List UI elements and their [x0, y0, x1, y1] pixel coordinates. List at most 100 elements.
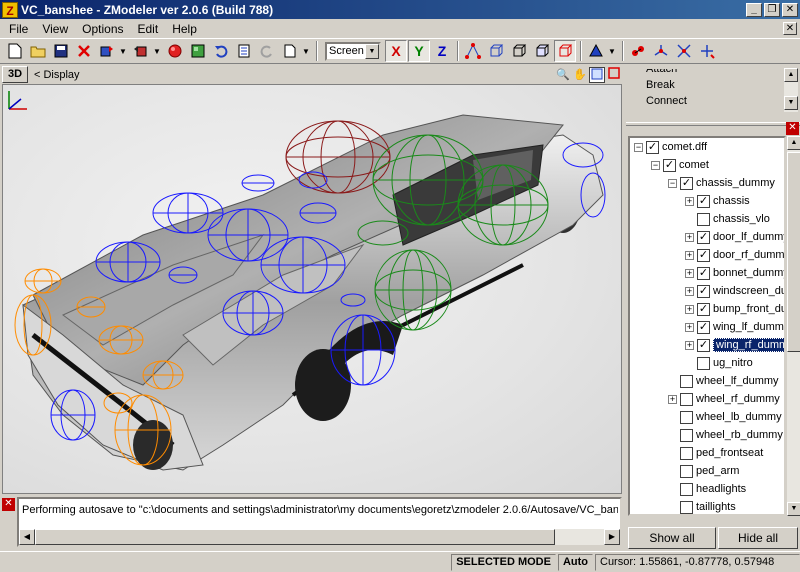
- app-icon[interactable]: Z: [2, 1, 18, 18]
- expand-icon[interactable]: +: [685, 232, 694, 242]
- visibility-checkbox[interactable]: ✓: [663, 158, 676, 172]
- select-box-icon[interactable]: [531, 40, 553, 62]
- hide-all-button[interactable]: Hide all: [718, 527, 798, 549]
- delete-icon[interactable]: [73, 40, 95, 62]
- maximize-viewport-icon[interactable]: [606, 66, 622, 83]
- select-face-icon[interactable]: [485, 40, 507, 62]
- scroll-up-icon[interactable]: ▲: [784, 68, 798, 82]
- command-list[interactable]: Attach Break Connect: [626, 69, 798, 117]
- visibility-checkbox[interactable]: [680, 464, 693, 478]
- expand-icon[interactable]: +: [668, 394, 677, 404]
- log-output[interactable]: Performing autosave to "c:\documents and…: [17, 497, 622, 547]
- panel-splitter[interactable]: [626, 122, 800, 126]
- render-sphere-icon[interactable]: [164, 40, 186, 62]
- transform-icon[interactable]: [696, 40, 718, 62]
- zoom-icon[interactable]: 🔍: [555, 67, 571, 83]
- tree-scroll-thumb[interactable]: [787, 152, 800, 352]
- scroll-left-icon[interactable]: ◀: [19, 529, 35, 545]
- tree-item[interactable]: wheel_lb_dummy: [630, 408, 784, 426]
- axis-x-button[interactable]: X: [385, 40, 407, 62]
- expand-icon[interactable]: +: [685, 250, 694, 260]
- visibility-checkbox[interactable]: [697, 356, 710, 370]
- scroll-down-icon[interactable]: ▼: [787, 502, 800, 516]
- 3d-viewport[interactable]: [2, 84, 622, 494]
- collapse-icon[interactable]: −: [634, 142, 643, 152]
- link-icon[interactable]: [627, 40, 649, 62]
- menu-edit[interactable]: Edit: [131, 22, 166, 36]
- tree-item[interactable]: + ✓ wing_rf_dummy: [630, 336, 784, 354]
- title-bar[interactable]: Z VC_banshee - ZModeler ver 2.0.6 (Build…: [0, 0, 800, 19]
- visibility-checkbox[interactable]: [680, 374, 693, 388]
- visibility-checkbox[interactable]: [680, 392, 693, 406]
- coordinate-space-combo[interactable]: Screen ▼: [325, 41, 381, 61]
- visibility-checkbox[interactable]: [680, 428, 693, 442]
- tree-item[interactable]: + wheel_rf_dummy: [630, 390, 784, 408]
- tree-item[interactable]: ped_frontseat: [630, 444, 784, 462]
- hierarchy-tree[interactable]: − ✓ comet.dff − ✓ comet − ✓ chassis_dummy + ✓ chass…: [628, 136, 786, 516]
- save-icon[interactable]: [50, 40, 72, 62]
- import-icon[interactable]: [96, 40, 118, 62]
- export-icon[interactable]: [130, 40, 152, 62]
- expand-icon[interactable]: +: [685, 268, 694, 278]
- visibility-checkbox[interactable]: ✓: [697, 338, 710, 352]
- chevron-down-icon[interactable]: ▼: [365, 43, 379, 59]
- expand-icon[interactable]: +: [685, 304, 694, 314]
- tree-item[interactable]: +✓bump_front_dummy: [630, 300, 784, 318]
- new-file-icon[interactable]: [4, 40, 26, 62]
- blank-page-icon[interactable]: [279, 40, 301, 62]
- export-dropdown-icon[interactable]: ▼: [153, 47, 161, 56]
- command-connect[interactable]: Connect: [626, 93, 798, 109]
- tree-item[interactable]: − ✓ comet.dff: [630, 138, 784, 156]
- pan-hand-icon[interactable]: ✋: [572, 67, 588, 83]
- scroll-down-icon[interactable]: ▼: [784, 96, 798, 110]
- tree-item[interactable]: headlights: [630, 480, 784, 498]
- visibility-checkbox[interactable]: ✓: [697, 194, 710, 208]
- axes-icon[interactable]: [650, 40, 672, 62]
- scroll-right-icon[interactable]: ▶: [604, 529, 620, 545]
- menu-options[interactable]: Options: [75, 22, 130, 36]
- visibility-checkbox[interactable]: [680, 500, 693, 514]
- collapse-icon[interactable]: −: [668, 178, 677, 188]
- tree-item[interactable]: ped_arm: [630, 462, 784, 480]
- minimize-button[interactable]: _: [746, 2, 762, 17]
- tree-item[interactable]: + ✓ chassis: [630, 192, 784, 210]
- pivot-icon[interactable]: [673, 40, 695, 62]
- select-all-cube-icon[interactable]: [554, 40, 576, 62]
- menu-view[interactable]: View: [35, 22, 75, 36]
- restore-button[interactable]: ❐: [764, 2, 780, 17]
- cone-icon[interactable]: [585, 40, 607, 62]
- visibility-checkbox[interactable]: [680, 446, 693, 460]
- tree-item[interactable]: wheel_lf_dummy: [630, 372, 784, 390]
- tree-item[interactable]: ug_nitro: [630, 354, 784, 372]
- visibility-checkbox[interactable]: ✓: [646, 140, 659, 154]
- tree-item[interactable]: +✓windscreen_dummy: [630, 282, 784, 300]
- show-all-button[interactable]: Show all: [628, 527, 716, 549]
- viewport-breadcrumb[interactable]: < Display: [34, 69, 555, 81]
- tree-scrollbar[interactable]: ▲ ▼: [787, 136, 800, 516]
- visibility-checkbox[interactable]: ✓: [680, 176, 693, 190]
- view-mode-button[interactable]: 3D: [2, 66, 28, 83]
- close-button[interactable]: ✕: [782, 2, 798, 17]
- expand-icon[interactable]: +: [685, 196, 694, 206]
- tree-close-button[interactable]: ✕: [786, 122, 799, 135]
- select-object-icon[interactable]: [508, 40, 530, 62]
- tree-item[interactable]: chassis_vlo: [630, 210, 784, 228]
- texture-icon[interactable]: [187, 40, 209, 62]
- axis-y-button[interactable]: Y: [408, 40, 430, 62]
- log-scroll-thumb[interactable]: [35, 529, 555, 545]
- expand-icon[interactable]: +: [685, 322, 694, 332]
- collapse-icon[interactable]: −: [651, 160, 660, 170]
- selection-mode-indicator[interactable]: SELECTED MODE: [451, 553, 556, 571]
- visibility-checkbox[interactable]: [680, 482, 693, 496]
- tree-item[interactable]: + ✓ wing_lf_dummy: [630, 318, 784, 336]
- tree-item[interactable]: − ✓ comet: [630, 156, 784, 174]
- visibility-checkbox[interactable]: ✓: [697, 248, 710, 262]
- expand-icon[interactable]: +: [685, 340, 694, 350]
- log-horizontal-scrollbar[interactable]: ◀ ▶: [19, 529, 620, 545]
- visibility-checkbox[interactable]: ✓: [697, 284, 710, 298]
- cone-dropdown-icon[interactable]: ▼: [608, 47, 616, 56]
- visibility-checkbox[interactable]: ✓: [697, 302, 710, 316]
- notes-icon[interactable]: [233, 40, 255, 62]
- redo-icon[interactable]: [256, 40, 278, 62]
- command-scrollbar[interactable]: ▲ ▼: [784, 68, 798, 112]
